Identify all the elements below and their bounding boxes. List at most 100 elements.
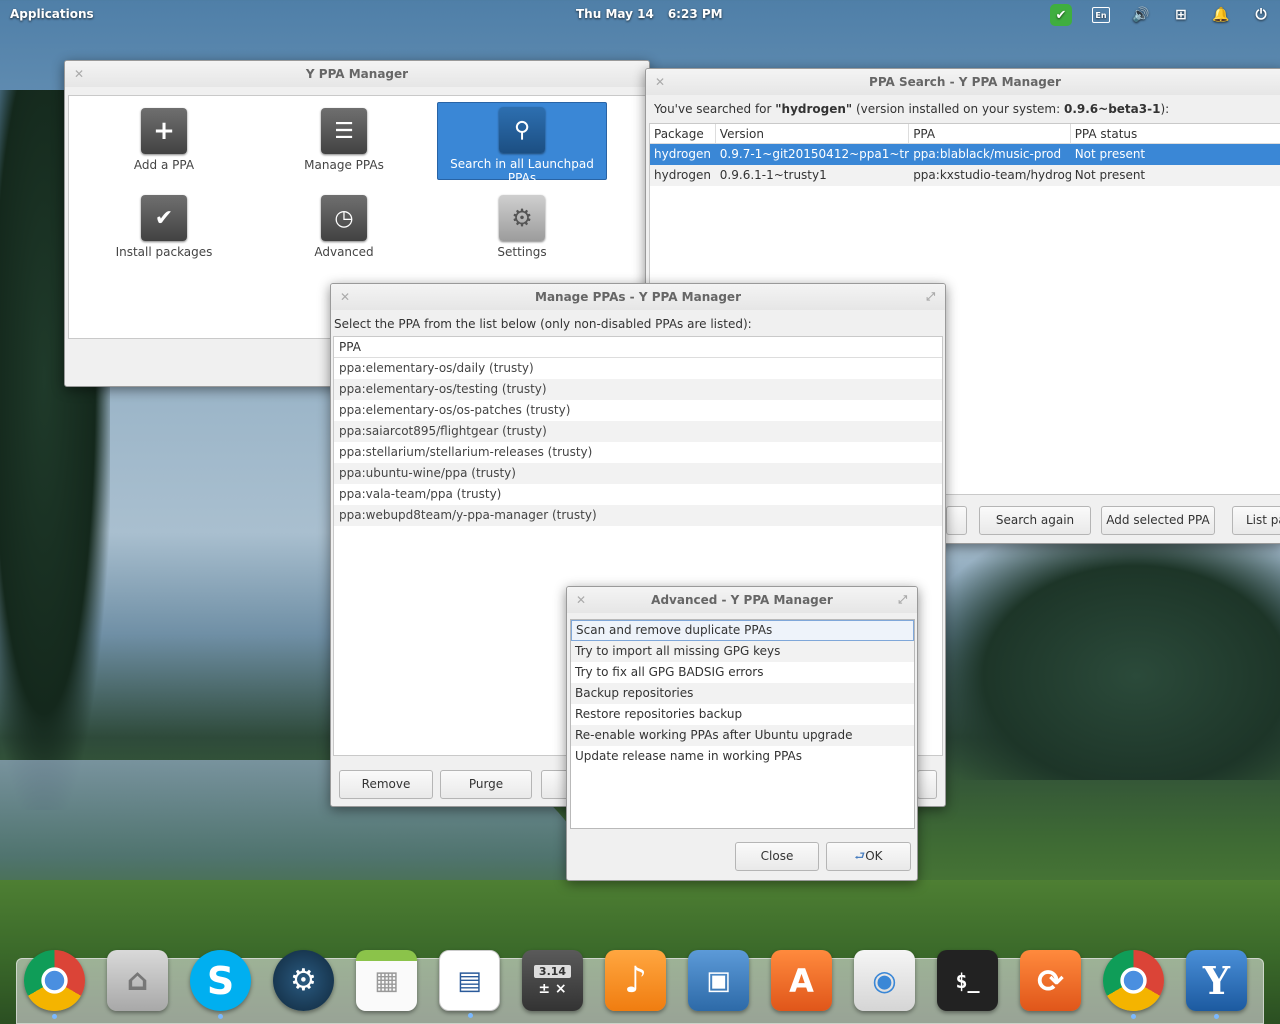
gear-icon: ⚙	[499, 195, 545, 241]
list-item[interactable]: ppa:elementary-os/testing (trusty)	[334, 379, 942, 400]
add-ppa-label: Add a PPA	[133, 158, 195, 172]
photos-icon[interactable]: ▣	[688, 950, 749, 1011]
close-button[interactable]: Close	[735, 842, 819, 871]
plus-icon: +	[141, 108, 187, 154]
column-header-status[interactable]: PPA status	[1071, 124, 1280, 143]
toggle-icon[interactable]: ◉	[854, 950, 915, 1011]
list-item[interactable]: ppa:elementary-os/daily (trusty)	[334, 358, 942, 379]
list-item[interactable]: ppa:elementary-os/os-patches (trusty)	[334, 400, 942, 421]
advanced-button[interactable]: ◷ Advanced	[259, 191, 429, 269]
search-again-button[interactable]: Search again	[979, 506, 1091, 535]
main-window-titlebar[interactable]: ✕ Y PPA Manager	[65, 61, 649, 87]
column-header-package[interactable]: Package	[650, 124, 716, 143]
install-packages-button[interactable]: ✔ Install packages	[79, 191, 249, 269]
maximize-icon[interactable]: ⤢	[898, 587, 907, 613]
advanced-title: Advanced - Y PPA Manager	[651, 593, 833, 607]
list-item[interactable]: Try to import all missing GPG keys	[571, 641, 914, 662]
refresh-icon[interactable]: ⟳	[1020, 950, 1081, 1011]
settings-label: Settings	[497, 245, 547, 259]
calculator-keys: ± ×	[538, 980, 567, 997]
search-launchpad-label: Search in all Launchpad PPAs	[450, 157, 594, 185]
advanced-window: ✕ Advanced - Y PPA Manager ⤢ Scan and re…	[566, 586, 918, 881]
column-header-version[interactable]: Version	[716, 124, 910, 143]
ppa-search-titlebar[interactable]: ✕ PPA Search - Y PPA Manager	[646, 69, 1280, 95]
purge-button[interactable]: Purge	[440, 770, 532, 799]
advanced-titlebar[interactable]: ✕ Advanced - Y PPA Manager ⤢	[567, 587, 917, 613]
running-indicator	[218, 1014, 223, 1019]
network-icon[interactable]: ⊞	[1170, 4, 1192, 26]
close-icon[interactable]: ✕	[74, 61, 84, 87]
close-icon[interactable]: ✕	[340, 284, 350, 310]
hidden-button[interactable]	[917, 770, 937, 799]
cell-package: hydrogen	[654, 147, 711, 161]
list-item[interactable]: ppa:saiarcot895/flightgear (trusty)	[334, 421, 942, 442]
manage-ppas-title: Manage PPAs - Y PPA Manager	[535, 290, 741, 304]
add-selected-ppa-button[interactable]: Add selected PPA	[1101, 506, 1215, 535]
check-icon[interactable]: ✔	[1050, 4, 1072, 26]
manage-hint-text: Select the PPA from the list below (only…	[334, 317, 752, 331]
remove-button[interactable]: Remove	[339, 770, 433, 799]
list-item[interactable]: ppa:vala-team/ppa (trusty)	[334, 484, 942, 505]
y-ppa-icon[interactable]: Y	[1186, 950, 1247, 1019]
column-header-ppa[interactable]: PPA	[334, 337, 942, 358]
advanced-actions-list: Scan and remove duplicate PPAs Try to im…	[570, 619, 915, 829]
list-item[interactable]: ppa:stellarium/stellarium-releases (trus…	[334, 442, 942, 463]
chrome-icon[interactable]	[1103, 950, 1164, 1019]
volume-icon[interactable]: 🔊	[1130, 4, 1152, 26]
calculator-icon[interactable]: 3.14 ± ×	[522, 950, 583, 1011]
table-row[interactable]: hydrogen 0.9.6.1-1~trusty1 ppa:kxstudio-…	[650, 165, 1280, 186]
keyboard-layout-label: En	[1092, 7, 1110, 23]
calculator-display: 3.14	[533, 964, 572, 978]
cell-status: Not present	[1074, 147, 1146, 161]
list-item[interactable]: Restore repositories backup	[571, 704, 914, 725]
list-item[interactable]: ppa:ubuntu-wine/ppa (trusty)	[334, 463, 942, 484]
hidden-button[interactable]	[946, 506, 967, 535]
bell-icon[interactable]: 🔔	[1210, 4, 1232, 26]
close-icon[interactable]: ✕	[576, 587, 586, 613]
chrome-icon[interactable]	[24, 950, 85, 1019]
dock-icons: ⌂ S ⚙ ▦ ▤ 3.14 ± × ♪ ▣ A ◉ $_ ⟳ Y	[24, 950, 1247, 1019]
home-folder-icon[interactable]: ⌂	[107, 950, 168, 1011]
manage-ppas-titlebar[interactable]: ✕ Manage PPAs - Y PPA Manager ⤢	[331, 284, 945, 310]
search-launchpad-button[interactable]: ⚲ Search in all Launchpad PPAs	[437, 102, 607, 185]
close-icon[interactable]: ✕	[655, 69, 665, 95]
keyboard-layout-indicator[interactable]: En	[1090, 4, 1112, 26]
running-indicator	[1131, 1014, 1136, 1019]
query-version: 0.9.6~beta3-1	[1063, 102, 1161, 116]
settings-button[interactable]: ⚙ Settings	[437, 191, 607, 269]
list-packages-button[interactable]: List pa	[1232, 506, 1280, 535]
list-item[interactable]: Backup repositories	[571, 683, 914, 704]
document-icon[interactable]: ▤	[439, 950, 500, 1018]
list-item[interactable]: Update release name in working PPAs	[571, 746, 914, 767]
query-term: "hydrogen"	[775, 102, 853, 116]
ok-label: OK	[865, 849, 883, 863]
list-item[interactable]: Try to fix all GPG BADSIG errors	[571, 662, 914, 683]
check-icon: ✔	[141, 195, 187, 241]
music-note-icon[interactable]: ♪	[605, 950, 666, 1011]
maximize-icon[interactable]: ⤢	[926, 284, 935, 310]
list-item[interactable]: ppa:webupd8team/y-ppa-manager (trusty)	[334, 505, 942, 526]
list-item[interactable]: Re-enable working PPAs after Ubuntu upgr…	[571, 725, 914, 746]
manage-ppas-label: Manage PPAs	[304, 158, 384, 172]
query-prefix: You've searched for	[654, 102, 776, 116]
cell-version: 0.9.6.1-1~trusty1	[719, 168, 827, 182]
power-icon[interactable]: ⏻	[1250, 4, 1272, 26]
cell-package: hydrogen	[654, 168, 711, 182]
running-indicator	[468, 1013, 473, 1018]
manage-ppas-button[interactable]: ☰ Manage PPAs	[259, 104, 429, 182]
clock[interactable]: Thu May 14 6:23 PM	[576, 7, 723, 21]
clock-time: 6:23 PM	[667, 7, 723, 21]
steam-icon[interactable]: ⚙	[273, 950, 334, 1011]
ok-button[interactable]: ⮐OK	[826, 842, 911, 871]
list-item[interactable]: Scan and remove duplicate PPAs	[571, 620, 914, 641]
skype-icon[interactable]: S	[190, 950, 251, 1019]
search-icon: ⚲	[499, 107, 545, 153]
calendar-icon[interactable]: ▦	[356, 950, 417, 1011]
column-header-ppa[interactable]: PPA	[909, 124, 1071, 143]
table-row[interactable]: hydrogen 0.9.7-1~git20150412~ppa1~trusty…	[650, 144, 1280, 165]
running-indicator	[1214, 1014, 1219, 1019]
terminal-icon[interactable]: $_	[937, 950, 998, 1011]
applications-menu[interactable]: Applications	[10, 7, 94, 21]
add-ppa-button[interactable]: + Add a PPA	[79, 104, 249, 182]
shopping-bag-icon[interactable]: A	[771, 950, 832, 1011]
